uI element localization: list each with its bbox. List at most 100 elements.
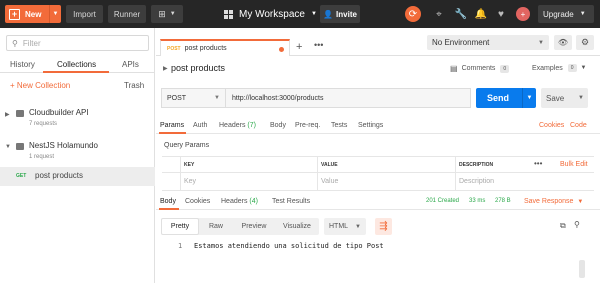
import-button[interactable]: Import	[66, 5, 103, 23]
collection-name: Cloudbuilder API	[29, 108, 89, 117]
bulk-edit-link[interactable]: Bulk Edit	[560, 161, 588, 168]
response-time[interactable]: 33 ms	[469, 198, 485, 204]
tab-headers-label: Headers	[219, 122, 246, 129]
sidebar: ⚲ Filter History Collections APIs + New …	[0, 28, 155, 283]
chevron-right-icon[interactable]: ▶	[5, 111, 10, 118]
tab-params[interactable]: Params	[160, 122, 184, 129]
url-input[interactable]: http://localhost:3000/products	[225, 88, 471, 108]
response-tabs: Body Cookies Headers (4) Test Results 20…	[156, 194, 600, 210]
send-button[interactable]: Send ▼	[476, 88, 536, 108]
tab-response-headers-label: Headers	[221, 198, 248, 205]
unsaved-dot-icon[interactable]	[279, 47, 284, 52]
more-icon[interactable]: •••	[314, 40, 323, 50]
workspace-selector[interactable]: My Workspace ▼	[224, 5, 317, 23]
tab-settings[interactable]: Settings	[358, 122, 383, 129]
save-button[interactable]: Save ▼	[541, 88, 588, 108]
trash-button[interactable]: Trash	[124, 81, 144, 90]
chevron-down-icon: ▼	[355, 223, 361, 230]
comments-button[interactable]: ▤ Comments 0	[450, 64, 510, 73]
method-select[interactable]: POST ▼	[161, 88, 225, 108]
new-collection-button[interactable]: + New Collection	[10, 81, 70, 90]
tab-auth[interactable]: Auth	[193, 122, 207, 129]
wrap-lines-icon[interactable]: ⇶	[375, 218, 392, 235]
save-response-button[interactable]: Save Response ▼	[524, 198, 583, 205]
collection-meta: 7 requests	[29, 121, 58, 127]
cookies-link[interactable]: Cookies	[539, 122, 564, 129]
tab-name: post products	[184, 45, 227, 52]
collection-meta: 1 request	[29, 154, 55, 160]
tab-response-headers[interactable]: Headers (4)	[221, 198, 258, 205]
response-body[interactable]: 1 Estamos atendiendo una solicitud de ti…	[156, 240, 600, 260]
scrollbar[interactable]	[579, 260, 585, 278]
status-badge[interactable]: 201 Created	[426, 198, 459, 204]
capture-icon[interactable]: ⌖	[432, 7, 446, 21]
chevron-right-icon[interactable]: ▶	[163, 65, 168, 72]
table-row: Key Value Description	[162, 173, 594, 191]
more-icon[interactable]: •••	[534, 159, 542, 168]
tab-response-cookies[interactable]: Cookies	[185, 198, 210, 205]
gear-icon[interactable]: ⚙	[576, 35, 594, 50]
new-button[interactable]: + New ▼	[5, 5, 61, 23]
chevron-down-icon: ▼	[310, 11, 317, 17]
avatar[interactable]: +	[516, 7, 530, 21]
tab-prerequest[interactable]: Pre-req.	[295, 122, 320, 129]
new-window-button[interactable]: ⊞ ▼	[151, 5, 183, 23]
response-size[interactable]: 278 B	[495, 198, 511, 204]
tab-collections[interactable]: Collections	[57, 60, 96, 69]
filter-input[interactable]: ⚲ Filter	[6, 35, 149, 51]
chevron-down-icon[interactable]: ▼	[5, 144, 11, 150]
save-label: Save	[546, 93, 565, 103]
examples-button[interactable]: Examples 0 ▼	[532, 64, 586, 72]
copy-icon[interactable]: ⧉	[560, 221, 566, 231]
collection-item[interactable]: ▶ Cloudbuilder API 7 requests	[0, 108, 155, 132]
eye-icon[interactable]: 👁	[554, 35, 572, 50]
tab-tests[interactable]: Tests	[331, 122, 347, 129]
chevron-down-icon[interactable]: ▼	[522, 88, 536, 108]
settings-wrench-icon[interactable]: 🔧	[454, 7, 468, 21]
runner-button[interactable]: Runner	[108, 5, 146, 23]
format-select[interactable]: HTML ▼	[324, 218, 366, 235]
view-mode-group: Pretty Raw Preview Visualize	[161, 218, 319, 235]
tab-apis[interactable]: APIs	[122, 60, 139, 69]
environment-select[interactable]: No Environment ▼	[427, 35, 549, 50]
view-pretty-button[interactable]: Pretty	[161, 218, 199, 235]
table-cell	[162, 157, 180, 172]
workspace-label: My Workspace	[239, 8, 305, 20]
notifications-icon[interactable]: 🔔	[474, 7, 488, 21]
view-raw-button[interactable]: Raw	[199, 218, 233, 235]
response-view-bar: Pretty Raw Preview Visualize HTML ▼ ⇶ ⧉ …	[156, 218, 600, 236]
tab-response-body[interactable]: Body	[160, 198, 176, 205]
upgrade-label: Upgrade	[543, 9, 574, 19]
query-params-title: Query Params	[164, 142, 210, 149]
tab-history[interactable]: History	[10, 60, 35, 69]
value-input[interactable]: Value	[317, 173, 455, 190]
chevron-down-icon[interactable]: ▼	[49, 5, 61, 23]
tab-body[interactable]: Body	[270, 122, 286, 129]
view-preview-button[interactable]: Preview	[233, 218, 275, 235]
environment-label: No Environment	[432, 38, 490, 47]
upgrade-button[interactable]: Upgrade ▼	[538, 5, 594, 23]
search-icon[interactable]: ⚲	[574, 220, 580, 229]
request-header: ▶ post products ▤ Comments 0 Examples 0 …	[156, 58, 600, 80]
tab-test-results[interactable]: Test Results	[272, 198, 310, 205]
format-label: HTML	[329, 223, 349, 230]
url-bar: POST ▼ http://localhost:3000/products Se…	[156, 86, 600, 110]
sync-icon[interactable]: ⟳	[405, 6, 421, 22]
collection-item[interactable]: ▼ NestJS Holamundo 1 request	[0, 141, 155, 165]
method-badge: POST	[167, 45, 181, 52]
chevron-down-icon: ▼	[169, 11, 176, 17]
top-bar: + New ▼ Import Runner ⊞ ▼ My Workspace ▼…	[0, 0, 600, 28]
invite-button[interactable]: 👤 Invite	[320, 5, 360, 23]
request-tab[interactable]: POST post products	[160, 39, 290, 56]
user-plus-icon: 👤	[323, 9, 334, 19]
chevron-down-icon: ▼	[214, 95, 220, 101]
heart-icon[interactable]: ♥	[494, 7, 508, 21]
chevron-down-icon: ▼	[580, 65, 587, 71]
tab-headers[interactable]: Headers (7)	[219, 122, 256, 129]
sidebar-request-item[interactable]: GET post products	[0, 167, 155, 186]
view-visualize-button[interactable]: Visualize	[275, 218, 319, 235]
code-link[interactable]: Code	[570, 122, 587, 129]
description-input[interactable]: Description	[455, 173, 594, 190]
add-tab-icon[interactable]: +	[296, 41, 302, 53]
key-input[interactable]: Key	[180, 173, 317, 190]
